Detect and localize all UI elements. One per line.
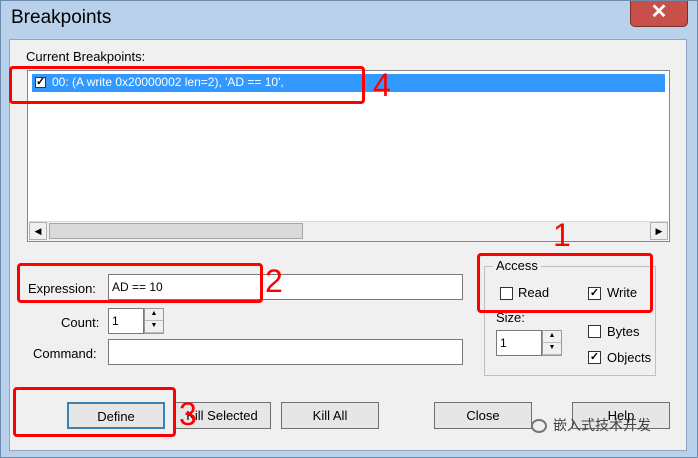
bytes-checkbox[interactable]: [588, 325, 601, 338]
spin-up-icon[interactable]: ▲: [145, 309, 163, 321]
spin-down-icon[interactable]: ▼: [543, 343, 561, 355]
spin-up-icon[interactable]: ▲: [543, 331, 561, 343]
count-spinner[interactable]: ▲ ▼: [144, 308, 164, 334]
close-button[interactable]: Close: [434, 402, 532, 429]
scrollbar-thumb[interactable]: [49, 223, 303, 239]
count-label: Count:: [61, 315, 100, 330]
current-breakpoints-label: Current Breakpoints:: [26, 49, 146, 64]
annotation-number-2: 2: [265, 263, 283, 299]
kill-all-button[interactable]: Kill All: [281, 402, 379, 429]
spin-down-icon[interactable]: ▼: [145, 321, 163, 333]
annotation-number-3: 3: [179, 396, 197, 432]
breakpoints-window: Breakpoints ✕ Current Breakpoints: ✓ 00:…: [0, 0, 698, 458]
scroll-left-icon[interactable]: ◀: [29, 222, 47, 240]
scroll-right-icon[interactable]: ▶: [650, 222, 668, 240]
watermark-text: 嵌入式技术开发: [553, 417, 651, 433]
watermark: 嵌入式技术开发: [531, 415, 691, 441]
annotation-box-3: [13, 387, 176, 437]
size-spinner[interactable]: ▲ ▼: [542, 330, 562, 356]
size-input[interactable]: 1: [496, 330, 542, 356]
objects-label: Objects: [607, 350, 652, 365]
annotation-box-1: [477, 253, 653, 313]
command-label: Command:: [33, 346, 97, 361]
window-title: Breakpoints: [11, 7, 112, 28]
wechat-icon: [531, 419, 547, 434]
bytes-label: Bytes: [607, 324, 640, 339]
command-input[interactable]: [108, 339, 463, 365]
annotation-box-4: [9, 66, 365, 104]
annotation-box-2: [17, 263, 263, 303]
objects-checkbox[interactable]: ✓: [588, 351, 601, 364]
annotation-number-1: 1: [553, 217, 571, 253]
annotation-number-4: 4: [373, 67, 391, 103]
close-window-icon[interactable]: ✕: [630, 1, 688, 27]
horizontal-scrollbar[interactable]: ◀ ▶: [29, 221, 668, 241]
count-input[interactable]: 1: [108, 308, 144, 334]
